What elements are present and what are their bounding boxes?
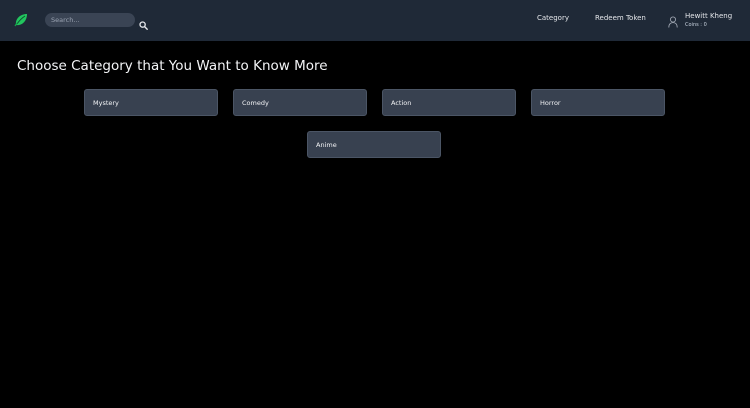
- user-icon[interactable]: [668, 13, 678, 28]
- category-card-horror[interactable]: Horror: [531, 89, 665, 116]
- category-card-anime[interactable]: Anime: [307, 131, 441, 158]
- top-navbar: Category Redeem Token Hewitt Kheng Coins…: [0, 0, 750, 41]
- category-label: Anime: [316, 141, 337, 149]
- page-heading: Choose Category that You Want to Know Mo…: [17, 58, 328, 74]
- user-name[interactable]: Hewitt Kheng: [685, 12, 732, 20]
- search-icon[interactable]: [139, 15, 148, 30]
- category-label: Horror: [540, 99, 561, 107]
- category-label: Comedy: [242, 99, 269, 107]
- category-label: Mystery: [93, 99, 119, 107]
- category-card-mystery[interactable]: Mystery: [84, 89, 218, 116]
- category-card-action[interactable]: Action: [382, 89, 516, 116]
- nav-link-category[interactable]: Category: [537, 14, 569, 22]
- nav-link-redeem-token[interactable]: Redeem Token: [595, 14, 646, 22]
- leaf-logo-icon[interactable]: [13, 12, 29, 28]
- category-label: Action: [391, 99, 412, 107]
- user-coins: Coins : 0: [685, 22, 707, 28]
- search-input[interactable]: [45, 13, 135, 27]
- category-card-comedy[interactable]: Comedy: [233, 89, 367, 116]
